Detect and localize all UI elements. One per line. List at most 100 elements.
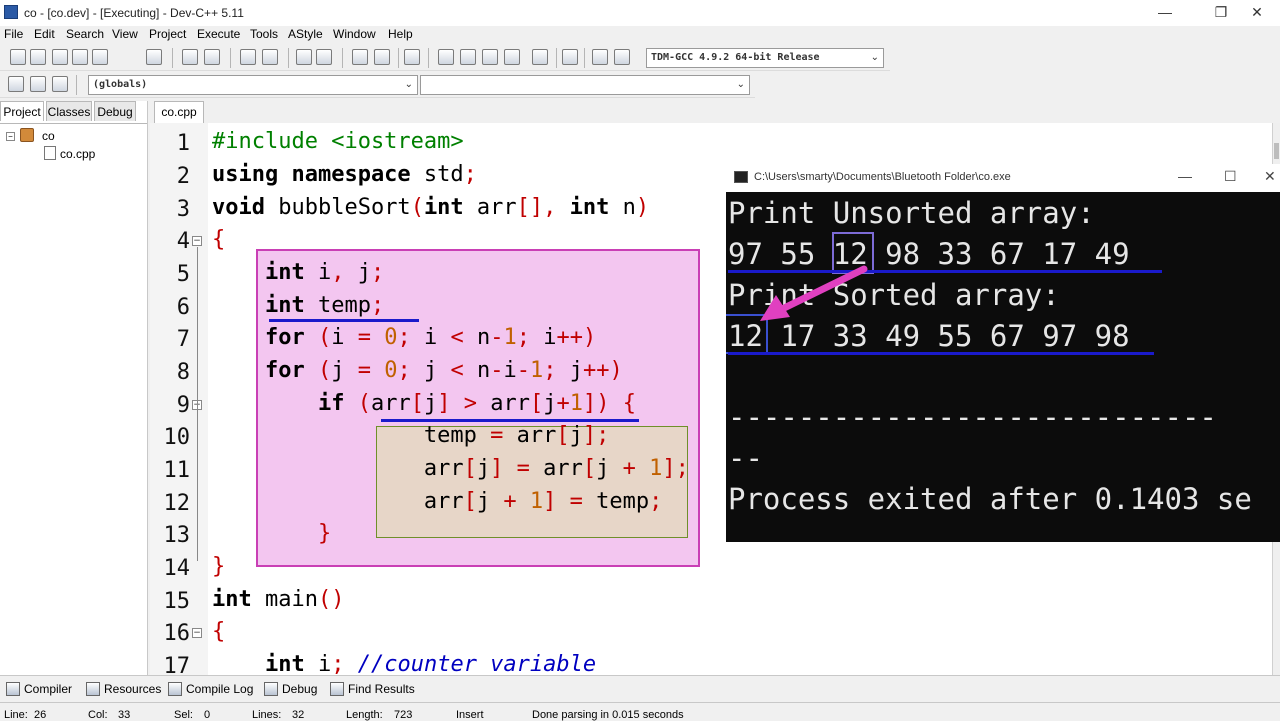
compiler-select-value: TDM-GCC 4.9.2 64-bit Release xyxy=(651,52,820,63)
line-number: 11 xyxy=(163,458,191,483)
run-icon[interactable] xyxy=(460,49,476,65)
code-line: int main() xyxy=(212,587,345,612)
tab-compile-log[interactable]: Compile Log xyxy=(166,680,253,698)
tab-resources[interactable]: Resources xyxy=(84,680,161,698)
tab-co-cpp[interactable]: co.cpp xyxy=(154,101,204,123)
save-icon[interactable] xyxy=(52,49,68,65)
rebuild-icon[interactable] xyxy=(504,49,520,65)
console-line: Process exited after 0.1403 se xyxy=(728,482,1252,516)
save-all-icon[interactable] xyxy=(72,49,88,65)
insert-icon[interactable] xyxy=(8,76,24,92)
code-line: #include <iostream> xyxy=(212,129,464,154)
stop-execution-icon[interactable] xyxy=(562,49,578,65)
menu-edit[interactable]: Edit xyxy=(34,27,55,41)
undo-icon[interactable] xyxy=(182,49,198,65)
line-number-gutter: 1 2 3 4 5 6 7 8 9 10 11 12 13 14 15 16 1… xyxy=(150,123,208,675)
menu-view[interactable]: View xyxy=(112,27,138,41)
tab-debug-output[interactable]: Debug xyxy=(262,680,317,698)
status-message: Done parsing in 0.015 seconds xyxy=(532,709,684,721)
close-file-icon[interactable] xyxy=(92,49,108,65)
redo-icon[interactable] xyxy=(204,49,220,65)
main-toolbar: TDM-GCC 4.9.2 64-bit Release ⌄ xyxy=(0,45,890,71)
line-number: 15 xyxy=(163,589,191,614)
code-line: arr[j + 1] = temp; xyxy=(212,489,663,514)
fold-toggle-icon[interactable]: − xyxy=(192,628,202,638)
menu-tools[interactable]: Tools xyxy=(250,27,278,41)
console-line: -- xyxy=(728,441,763,475)
new-file-icon[interactable] xyxy=(10,49,26,65)
project-tree: − co co.cpp xyxy=(0,123,147,675)
code-line: int temp; xyxy=(264,293,385,318)
tab-project[interactable]: Project xyxy=(0,101,44,121)
console-minimize-button[interactable]: — xyxy=(1178,168,1192,184)
line-number: 4 xyxy=(176,229,190,254)
menu-bar: File Edit Search View Project Execute To… xyxy=(0,26,1280,44)
status-line-label: Line: xyxy=(4,709,28,721)
member-select[interactable]: ⌄ xyxy=(420,75,750,95)
status-lines-value: 32 xyxy=(292,709,305,721)
compiler-select[interactable]: TDM-GCC 4.9.2 64-bit Release ⌄ xyxy=(646,48,884,68)
line-number: 6 xyxy=(176,295,190,320)
console-window[interactable]: C:\Users\smarty\Documents\Bluetooth Fold… xyxy=(726,164,1280,542)
console-title: C:\Users\smarty\Documents\Bluetooth Fold… xyxy=(754,171,1011,183)
find-icon[interactable] xyxy=(240,49,256,65)
compile-log-icon xyxy=(168,682,182,696)
tree-project[interactable]: co xyxy=(42,129,55,143)
tab-find-results[interactable]: Find Results xyxy=(328,680,415,698)
line-number: 16 xyxy=(163,621,191,646)
compile-icon[interactable] xyxy=(438,49,454,65)
tab-classes[interactable]: Classes xyxy=(46,101,92,121)
close-button[interactable]: ✕ xyxy=(1234,0,1280,26)
console-close-button[interactable]: ✕ xyxy=(1264,168,1276,185)
menu-project[interactable]: Project xyxy=(149,27,186,41)
app-icon xyxy=(4,5,18,19)
menu-execute[interactable]: Execute xyxy=(197,27,240,41)
tab-compiler[interactable]: Compiler xyxy=(4,680,72,698)
print-icon[interactable] xyxy=(146,49,162,65)
code-line: for (i = 0; i < n-1; i++) xyxy=(264,325,597,350)
status-bar: Line: 26 Col: 33 Sel: 0 Lines: 32 Length… xyxy=(0,702,1280,721)
line-number: 12 xyxy=(163,491,191,516)
menu-file[interactable]: File xyxy=(4,27,23,41)
code-line: for (j = 0; j < n-i-1; j++) xyxy=(264,358,623,383)
menu-help[interactable]: Help xyxy=(388,27,413,41)
status-lines-label: Lines: xyxy=(252,709,282,721)
status-sel-value: 0 xyxy=(204,709,211,721)
project-options-icon[interactable] xyxy=(404,49,420,65)
console-maximize-button[interactable]: ☐ xyxy=(1224,168,1237,185)
menu-astyle[interactable]: AStyle xyxy=(288,27,323,41)
back-icon[interactable] xyxy=(374,49,390,65)
compile-run-icon[interactable] xyxy=(482,49,498,65)
line-number: 14 xyxy=(163,556,191,581)
open-file-icon[interactable] xyxy=(30,49,46,65)
indent-icon[interactable] xyxy=(296,49,312,65)
goto-bookmark-icon[interactable] xyxy=(52,76,68,92)
line-number: 10 xyxy=(163,425,191,450)
line-number: 5 xyxy=(176,262,190,287)
line-number: 8 xyxy=(176,360,190,385)
menu-search[interactable]: Search xyxy=(66,27,104,41)
menu-window[interactable]: Window xyxy=(333,27,376,41)
fold-toggle-icon[interactable]: − xyxy=(192,236,202,246)
goto-icon[interactable] xyxy=(352,49,368,65)
resources-icon xyxy=(86,682,100,696)
profile-icon[interactable] xyxy=(592,49,608,65)
annotation-underline xyxy=(269,319,419,322)
tab-debug[interactable]: Debug xyxy=(94,101,136,121)
status-mode: Insert xyxy=(456,709,484,721)
compiler-icon xyxy=(6,682,20,696)
file-icon xyxy=(44,146,56,160)
tree-file[interactable]: co.cpp xyxy=(60,147,95,161)
minimize-button[interactable]: — xyxy=(1142,0,1188,26)
replace-icon[interactable] xyxy=(262,49,278,65)
editor-tab-bar: co.cpp xyxy=(150,101,1280,123)
toggle-bookmark-icon[interactable] xyxy=(30,76,46,92)
syntax-check-icon[interactable] xyxy=(532,49,548,65)
chevron-down-icon: ⌄ xyxy=(870,52,879,63)
debug-icon[interactable] xyxy=(614,49,630,65)
scope-select[interactable]: (globals) ⌄ xyxy=(88,75,418,95)
code-line: int i; //counter variable xyxy=(264,652,597,675)
unindent-icon[interactable] xyxy=(316,49,332,65)
bottom-panel-tabs: Compiler Resources Compile Log Debug Fin… xyxy=(0,675,1280,702)
collapse-icon[interactable]: − xyxy=(6,132,15,141)
